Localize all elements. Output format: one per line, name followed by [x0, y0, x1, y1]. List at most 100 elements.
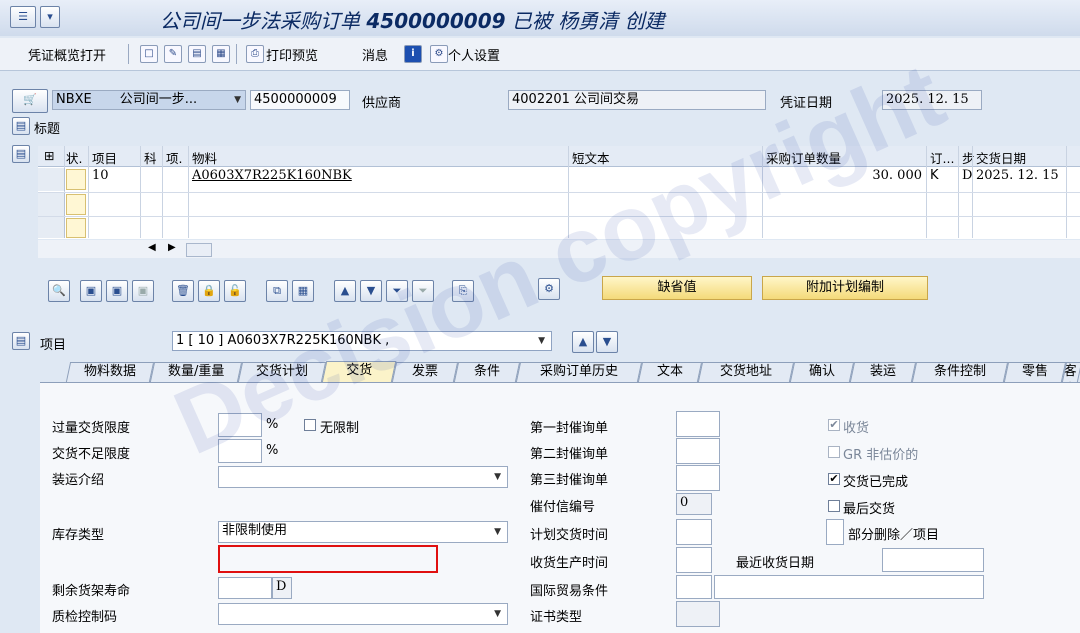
tab-delivery[interactable]: 交货	[321, 361, 397, 383]
stock-type-select[interactable]: 非限制使用 ▼	[218, 521, 508, 543]
other-po-icon[interactable]: ▤	[188, 45, 206, 63]
scroll-right-icon[interactable]: ▶	[168, 242, 176, 253]
select-all-icon[interactable]: ⊞	[44, 148, 54, 163]
new-document-icon[interactable]: □	[140, 45, 158, 63]
menu-icon[interactable]: ☰	[10, 6, 36, 28]
status-cell[interactable]	[66, 218, 86, 238]
col-status[interactable]: 状.	[66, 148, 82, 167]
delete-icon[interactable]: 🗑	[172, 280, 194, 302]
partial-delete-field[interactable]	[826, 519, 844, 545]
tab-quantity-weight[interactable]: 数量/重量	[149, 362, 243, 382]
display-change-icon[interactable]: ✎	[164, 45, 182, 63]
row-selector[interactable]	[38, 193, 65, 216]
select-block-icon[interactable]: ▣	[106, 280, 128, 302]
expand-header-icon[interactable]: ▤	[12, 117, 30, 135]
additional-planning-button[interactable]: 附加计划编制	[762, 276, 928, 300]
tab-delivery-schedule[interactable]: 交货计划	[237, 362, 327, 382]
conditions-icon[interactable]: ▦	[292, 280, 314, 302]
tab-material-data[interactable]: 物料数据	[65, 362, 155, 382]
col-account-assignment[interactable]: 科	[144, 148, 157, 167]
tab-delivery-address[interactable]: 交货地址	[697, 362, 795, 382]
filter-icon[interactable]: ⏷	[386, 280, 408, 302]
col-material[interactable]: 物料	[192, 148, 217, 167]
over-tolerance-field[interactable]	[218, 413, 262, 437]
copy-icon[interactable]: ⧉	[266, 280, 288, 302]
tab-conditions[interactable]: 条件	[453, 362, 521, 382]
item-select[interactable]: 1 [ 10 ] A0603X7R225K160NBK , ▼	[172, 331, 552, 351]
document-type-select[interactable]: NBXE 公司间一步... ▼	[52, 90, 246, 110]
col-short-text[interactable]: 短文本	[572, 148, 610, 167]
details-icon[interactable]: 🔍	[48, 280, 70, 302]
select-all-rows-icon[interactable]: ▣	[80, 280, 102, 302]
personal-settings-icon[interactable]: ⚙	[430, 45, 448, 63]
cell-date-category[interactable]: D	[962, 168, 972, 183]
deselect-all-icon[interactable]: ▣	[132, 280, 154, 302]
previous-item-icon[interactable]: ▲	[572, 331, 594, 353]
row-selector[interactable]	[38, 168, 65, 191]
cell-material[interactable]: A0603X7R225K160NBK	[192, 168, 352, 183]
tab-po-history[interactable]: 采购订单历史	[515, 362, 643, 382]
planned-delivery-time-field[interactable]	[676, 519, 712, 545]
cell-delivery-date[interactable]: 2025. 12. 15	[976, 168, 1059, 183]
reminder2-field[interactable]	[676, 438, 720, 464]
sort-descending-icon[interactable]: ▼	[360, 280, 382, 302]
vendor-field[interactable]: 4002201 公司间交易	[508, 90, 766, 110]
col-order-unit[interactable]: 订...	[930, 148, 954, 167]
horizontal-scrollbar-thumb[interactable]	[186, 243, 212, 257]
under-tolerance-field[interactable]	[218, 439, 262, 463]
configuration-icon[interactable]: ⎘	[452, 280, 474, 302]
default-values-button[interactable]: 缺省值	[602, 276, 752, 300]
unlimited-checkbox[interactable]	[304, 419, 316, 431]
scroll-left-icon[interactable]: ◀	[148, 242, 156, 253]
gr-processing-time-field[interactable]	[676, 547, 712, 573]
col-po-quantity[interactable]: 采购订单数量	[766, 148, 841, 167]
col-delivery-date[interactable]: 交货日期	[976, 148, 1026, 167]
status-cell[interactable]	[66, 194, 86, 215]
shipping-instr-select[interactable]: ▼	[218, 466, 508, 488]
sort-ascending-icon[interactable]: ▲	[334, 280, 356, 302]
default-values-icon[interactable]: ⚙	[538, 278, 560, 300]
status-cell[interactable]	[66, 169, 86, 190]
tab-shipping[interactable]: 装运	[849, 362, 917, 382]
col-item-category[interactable]: 项.	[166, 148, 182, 167]
delivery-complete-checkbox[interactable]: ✔	[828, 473, 840, 485]
collapse-overview-icon[interactable]: ▤	[12, 145, 30, 163]
row-selector[interactable]	[38, 217, 65, 238]
po-number-field[interactable]: 4500000009	[250, 90, 350, 110]
incoterms-field[interactable]	[676, 575, 712, 599]
document-overview-button[interactable]: 凭证概览打开	[28, 45, 106, 64]
info-icon[interactable]: i	[404, 45, 422, 63]
lock-icon[interactable]: 🔒	[198, 280, 220, 302]
remove-filter-icon[interactable]: ⏷	[412, 280, 434, 302]
col-item[interactable]: 项目	[92, 148, 117, 167]
tab-condition-control[interactable]: 条件控制	[911, 362, 1009, 382]
planned-delivery-time-label: 计划交货时间	[530, 528, 609, 543]
messages-button[interactable]: 消息	[362, 45, 388, 64]
save-icon[interactable]: ▦	[212, 45, 230, 63]
final-delivery-checkbox[interactable]	[828, 500, 840, 512]
shelf-life-field[interactable]	[218, 577, 272, 599]
print-preview-icon[interactable]: ⎙	[246, 45, 264, 63]
tab-customer[interactable]: 客户	[1061, 362, 1080, 382]
reminder3-field[interactable]	[676, 465, 720, 491]
unlock-icon[interactable]: 🔓	[224, 280, 246, 302]
cart-icon[interactable]: 🛒	[12, 89, 48, 113]
qm-control-select[interactable]: ▼	[218, 603, 508, 625]
tab-invoice[interactable]: 发票	[391, 362, 459, 382]
doc-date-field[interactable]: 2025. 12. 15	[882, 90, 982, 110]
cell-quantity[interactable]: 30. 000	[766, 168, 922, 183]
tab-retail[interactable]: 零售	[1003, 362, 1067, 382]
reminder1-field[interactable]	[676, 411, 720, 437]
cell-unit[interactable]: K	[930, 168, 939, 183]
collapse-item-icon[interactable]: ▤	[12, 332, 30, 350]
incoterms-location-field[interactable]	[714, 575, 984, 599]
dropdown-icon[interactable]: ▾	[40, 6, 60, 28]
final-delivery-label: 最后交货	[843, 502, 896, 517]
personal-settings-button[interactable]: 个人设置	[448, 45, 500, 64]
print-preview-button[interactable]: 打印预览	[266, 45, 318, 64]
tab-texts[interactable]: 文本	[637, 362, 703, 382]
next-item-icon[interactable]: ▼	[596, 331, 618, 353]
tab-confirmations[interactable]: 确认	[789, 362, 855, 382]
last-gr-date-field[interactable]	[882, 548, 984, 572]
cell-item[interactable]: 10	[92, 168, 109, 183]
